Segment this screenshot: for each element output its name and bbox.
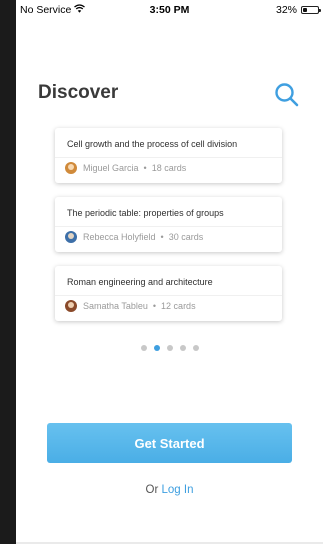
carousel-pagination <box>16 345 323 351</box>
battery-nub <box>319 9 321 12</box>
deck-card-count: 30 cards <box>168 232 204 242</box>
deck-author: Miguel Garcia <box>83 163 139 173</box>
card-divider <box>55 157 282 158</box>
deck-author: Rebecca Holyfield <box>83 232 156 242</box>
pagination-dot[interactable] <box>179 345 186 351</box>
deck-card[interactable]: The periodic table: properties of groups… <box>55 197 282 252</box>
status-right: 32% <box>275 4 321 16</box>
battery-percent: 32% <box>275 4 297 16</box>
meta-separator: • <box>152 301 157 311</box>
deck-author: Samatha Tableu <box>83 301 148 311</box>
deck-meta: Samatha Tableu • 12 cards <box>65 300 196 312</box>
avatar <box>65 300 77 312</box>
pagination-dot[interactable] <box>140 345 147 351</box>
battery-icon <box>301 6 321 14</box>
deck-title: Roman engineering and architecture <box>67 277 213 287</box>
page-title: Discover <box>38 82 119 103</box>
avatar <box>65 162 77 174</box>
avatar <box>65 231 77 243</box>
card-divider <box>55 226 282 227</box>
pagination-dot[interactable] <box>166 345 173 351</box>
app-screen: No Service 3:50 PM 32% Discover Cell gro… <box>16 0 323 544</box>
pagination-dot[interactable] <box>153 345 160 351</box>
search-icon <box>272 83 302 114</box>
meta-separator: • <box>160 232 164 242</box>
deck-title: Cell growth and the process of cell divi… <box>67 139 238 149</box>
pagination-dot[interactable] <box>192 345 199 351</box>
deck-card[interactable]: Roman engineering and architecture Samat… <box>55 266 282 321</box>
get-started-button[interactable]: Get Started <box>47 423 292 463</box>
deck-meta: Rebecca Holyfield • 30 cards <box>65 231 203 243</box>
log-in-link[interactable]: Log In <box>162 484 194 496</box>
login-prefix: Or <box>145 484 159 496</box>
deck-card[interactable]: Cell growth and the process of cell divi… <box>55 128 282 183</box>
meta-separator: • <box>143 163 147 173</box>
login-row: Or Log In <box>16 484 323 496</box>
deck-title: The periodic table: properties of groups <box>67 208 224 218</box>
card-divider <box>55 295 282 296</box>
device-frame <box>0 0 16 544</box>
deck-meta: Miguel Garcia • 18 cards <box>65 162 186 174</box>
battery-fill <box>303 8 307 12</box>
search-button[interactable] <box>272 80 302 110</box>
deck-card-count: 18 cards <box>151 163 187 173</box>
status-bar: No Service 3:50 PM 32% <box>16 0 323 20</box>
deck-card-count: 12 cards <box>161 301 196 311</box>
